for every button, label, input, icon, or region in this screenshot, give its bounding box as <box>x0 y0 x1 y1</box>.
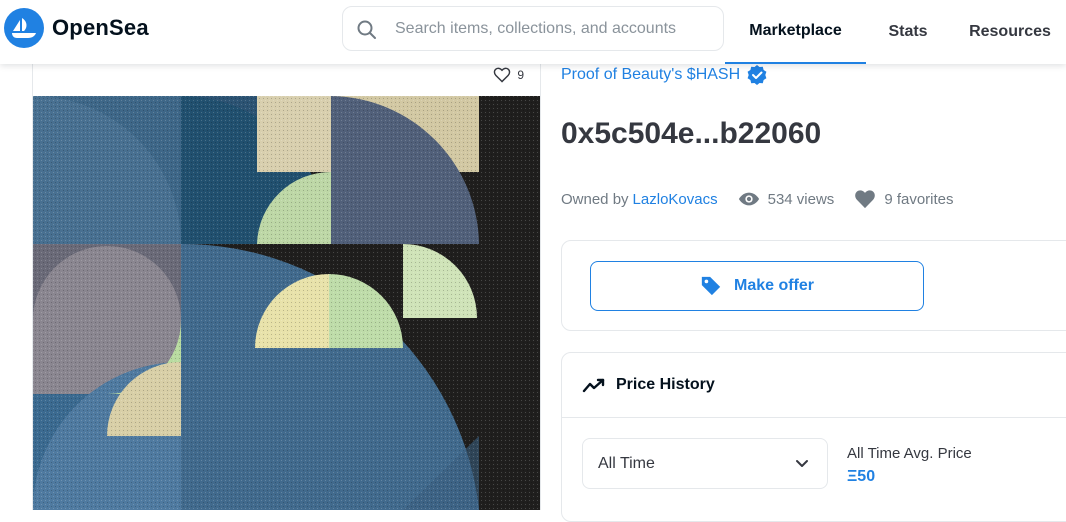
favorites-text: 9 favorites <box>884 190 954 208</box>
brand-name: OpenSea <box>52 15 149 40</box>
favorite-count-info: 9 favorites <box>854 189 954 209</box>
average-price: All Time Avg. Price Ξ50 <box>847 445 972 486</box>
asset-title: 0x5c504e...b22060 <box>561 117 822 150</box>
time-range-select[interactable]: All Time <box>582 438 828 489</box>
eye-icon <box>738 192 759 206</box>
make-offer-button[interactable]: Make offer <box>590 261 924 311</box>
collection-link[interactable]: Proof of Beauty's $HASH <box>561 64 768 86</box>
collection-name: Proof of Beauty's $HASH <box>561 66 741 83</box>
trending-line-icon <box>582 378 605 393</box>
price-history-header[interactable]: Price History <box>562 353 1066 418</box>
top-navigation-bar: OpenSea Marketplace Stats Resources <box>0 0 1066 64</box>
price-history-panel: Price History All Time All Time Avg. Pri… <box>561 352 1066 522</box>
average-price-label: All Time Avg. Price <box>847 445 972 462</box>
view-count-text: 534 views <box>767 190 835 208</box>
asset-meta-row: Owned by LazloKovacs 534 views 9 favorit… <box>561 189 954 209</box>
price-tag-icon <box>701 276 721 296</box>
average-price-value: Ξ50 <box>847 468 876 485</box>
opensea-logo-link[interactable]: OpenSea <box>4 8 149 48</box>
nav-resources[interactable]: Resources <box>960 0 1060 64</box>
search-input[interactable] <box>395 7 715 50</box>
make-offer-label: Make offer <box>733 277 815 294</box>
search-bar[interactable] <box>342 6 724 51</box>
favorite-button[interactable]: 9 <box>493 67 524 83</box>
search-icon <box>357 20 376 39</box>
heart-outline-icon <box>494 67 511 83</box>
offer-panel: Make offer <box>561 240 1066 331</box>
chevron-down-icon <box>796 459 808 467</box>
verified-badge-icon <box>747 65 767 85</box>
price-history-title: Price History <box>616 376 715 393</box>
nav-stats[interactable]: Stats <box>878 0 938 64</box>
owned-by-label: Owned by <box>561 190 629 208</box>
favorite-count: 9 <box>517 68 524 82</box>
nft-artwork-image[interactable] <box>33 96 540 510</box>
view-count: 534 views <box>738 190 835 208</box>
heart-filled-icon <box>855 190 876 209</box>
owner-link[interactable]: LazloKovacs <box>633 191 718 208</box>
asset-media-card: 9 <box>32 64 541 510</box>
asset-favorite-bar: 9 <box>33 64 540 96</box>
time-range-value: All Time <box>598 454 655 472</box>
opensea-logo-icon <box>4 8 44 48</box>
nav-marketplace[interactable]: Marketplace <box>725 0 866 64</box>
